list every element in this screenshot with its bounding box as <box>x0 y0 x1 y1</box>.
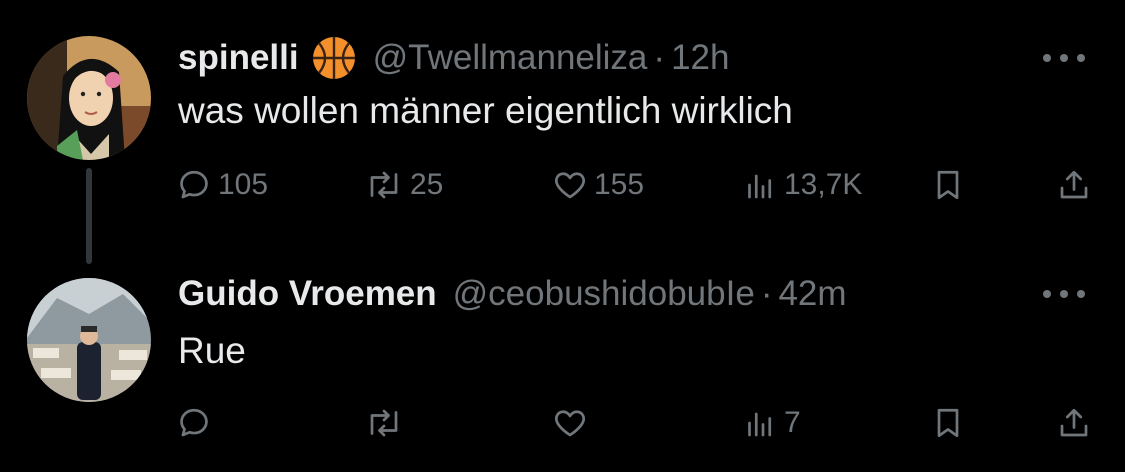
like-button[interactable]: 155 <box>552 160 644 210</box>
retweet-button[interactable] <box>364 398 410 448</box>
retweet-button[interactable]: 25 <box>364 160 443 210</box>
tweet-actions: 105 25 155 13,7K <box>0 160 1125 210</box>
tweet-actions: 7 <box>0 398 1125 448</box>
tweet[interactable]: spinelli @Twellmanneliza · 12h was wolle… <box>0 0 1125 270</box>
tweet-text: was wollen männer eigentlich wirklich <box>178 90 793 131</box>
views-chart-icon <box>742 405 778 441</box>
tweet[interactable]: Guido Vroemen @ceobushidobubIe · 42m Rue <box>0 270 1125 472</box>
bookmark-button[interactable] <box>930 160 966 210</box>
share-icon <box>1056 167 1092 203</box>
retweet-icon <box>364 167 404 203</box>
tweet-header: spinelli @Twellmanneliza · 12h <box>178 34 729 82</box>
share-icon <box>1056 405 1092 441</box>
views-button[interactable]: 7 <box>742 398 801 448</box>
reply-icon <box>176 167 212 203</box>
bookmark-button[interactable] <box>930 398 966 448</box>
views-chart-icon <box>742 167 778 203</box>
share-button[interactable] <box>1056 160 1092 210</box>
like-count: 155 <box>594 168 645 201</box>
basketball-emoji-icon <box>311 35 357 81</box>
like-button[interactable] <box>552 398 594 448</box>
more-options-button[interactable] <box>1043 284 1085 304</box>
tweet-header: Guido Vroemen @ceobushidobubIe · 42m <box>178 270 847 318</box>
display-name[interactable]: spinelli <box>178 38 299 78</box>
share-button[interactable] <box>1056 398 1092 448</box>
more-dot-icon <box>1060 54 1068 62</box>
more-dot-icon <box>1043 54 1051 62</box>
bookmark-icon <box>930 405 966 441</box>
more-dot-icon <box>1077 54 1085 62</box>
retweet-count: 25 <box>410 168 444 201</box>
more-dot-icon <box>1060 290 1068 298</box>
handle[interactable]: @Twellmanneliza <box>373 38 648 78</box>
reply-count: 105 <box>218 168 269 201</box>
reply-button[interactable]: 105 <box>176 160 268 210</box>
views-button[interactable]: 13,7K <box>742 160 862 210</box>
timestamp[interactable]: 42m <box>778 274 846 314</box>
separator-dot: · <box>760 274 773 313</box>
heart-icon <box>552 167 588 203</box>
more-dot-icon <box>1043 290 1051 298</box>
timestamp[interactable]: 12h <box>671 38 729 78</box>
bookmark-icon <box>930 167 966 203</box>
handle[interactable]: @ceobushidobubIe <box>453 274 755 314</box>
avatar[interactable] <box>27 278 151 402</box>
display-name[interactable]: Guido Vroemen <box>178 274 437 314</box>
heart-icon <box>552 405 588 441</box>
more-options-button[interactable] <box>1043 48 1085 68</box>
tweet-text: Rue <box>178 330 246 371</box>
retweet-icon <box>364 405 404 441</box>
reply-button[interactable] <box>176 398 218 448</box>
reply-icon <box>176 405 212 441</box>
views-count: 13,7K <box>784 168 863 201</box>
more-dot-icon <box>1077 290 1085 298</box>
views-count: 7 <box>784 406 801 439</box>
separator-dot: · <box>653 38 666 77</box>
avatar[interactable] <box>27 36 151 160</box>
